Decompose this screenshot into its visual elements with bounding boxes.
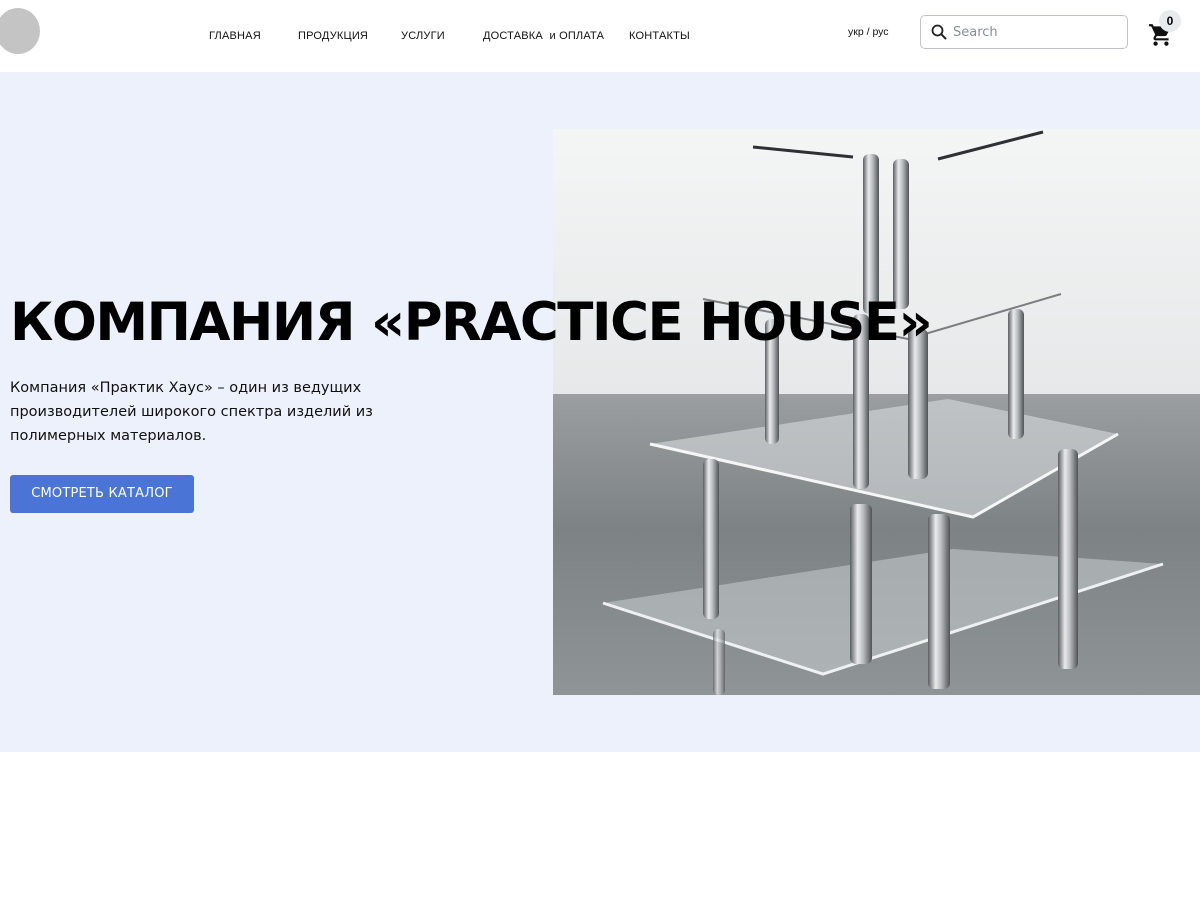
hero-section: КОМПАНИЯ «PRACTICE HOUSE» Компания «Прак…	[0, 72, 1200, 752]
search-icon[interactable]	[931, 24, 947, 40]
hero-title: КОМПАНИЯ «PRACTICE HOUSE»	[10, 292, 933, 353]
nav-item-contacts[interactable]: КОНТАКТЫ	[629, 30, 690, 42]
search-input[interactable]	[953, 22, 1121, 42]
search-box	[920, 15, 1128, 49]
language-switcher: укр / рус	[848, 26, 889, 38]
nav-item-home[interactable]: ГЛАВНАЯ	[209, 30, 261, 42]
cart-count-badge: 0	[1159, 10, 1181, 32]
site-header: ГЛАВНАЯ ПРОДУКЦИЯ УСЛУГИ ДОСТАВКА и ОПЛА…	[0, 0, 1200, 72]
logo[interactable]	[0, 8, 40, 54]
hero-image	[553, 129, 1200, 695]
view-catalog-button[interactable]: СМОТРЕТЬ КАТАЛОГ	[10, 475, 194, 513]
nav-item-delivery-payment[interactable]: ДОСТАВКА и ОПЛАТА	[483, 30, 604, 42]
nav-item-products[interactable]: ПРОДУКЦИЯ	[298, 30, 368, 42]
nav-item-services[interactable]: УСЛУГИ	[401, 30, 445, 42]
lang-rus[interactable]: рус	[872, 26, 888, 38]
lang-ukr[interactable]: укр	[848, 26, 864, 38]
hero-description: Компания «Практик Хаус» – один из ведущи…	[10, 380, 373, 444]
